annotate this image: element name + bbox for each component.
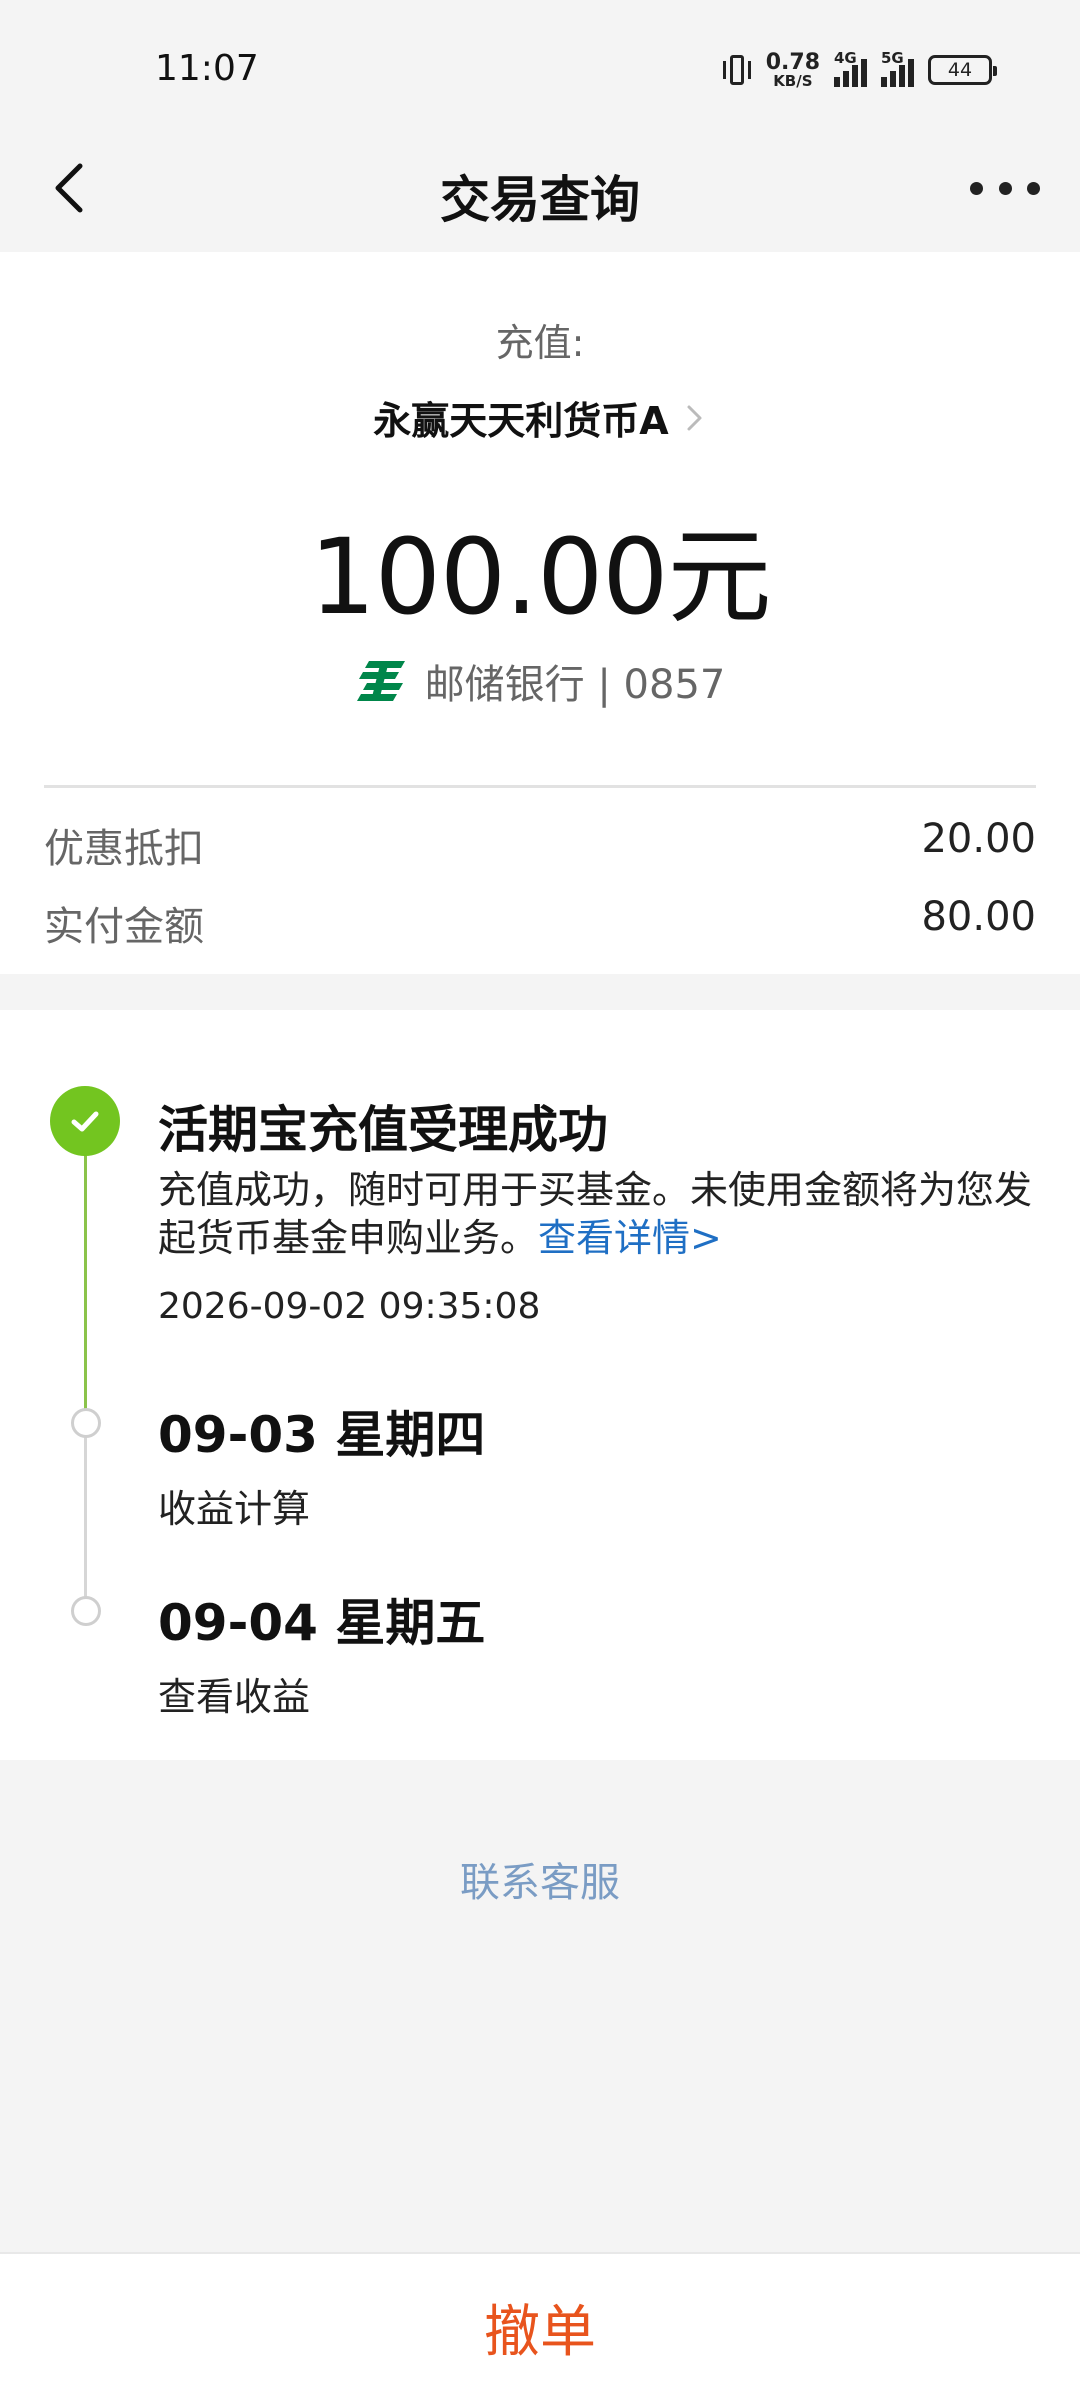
- discount-label: 优惠抵扣: [44, 826, 204, 872]
- fund-link[interactable]: 永赢天天利货币A: [0, 390, 1080, 445]
- bottom-action-bar: 撤单: [0, 2252, 1080, 2400]
- page-title: 交易查询: [440, 171, 640, 229]
- paid-amount-label: 实付金额: [44, 904, 204, 950]
- timeline-step-desc: 充值成功，随时可用于买基金。未使用金额将为您发起货币基金申购业务。查看详情>: [158, 1166, 1038, 1262]
- signal-5g-icon: 5G: [881, 49, 914, 87]
- network-speed-unit: KB/S: [773, 71, 813, 90]
- timeline-step-sub: 收益计算: [158, 1487, 311, 1531]
- discount-value: 20.00: [921, 816, 1036, 862]
- pending-dot-icon: [71, 1596, 101, 1626]
- divider: [44, 785, 1036, 788]
- bank-label: 邮储银行 | 0857: [424, 662, 726, 708]
- status-bar: 11:07 0.78 KB/S 4G 5G 44: [0, 0, 1080, 140]
- paid-amount-value: 80.00: [921, 894, 1036, 940]
- transaction-amount: 100.00元: [309, 516, 772, 638]
- transaction-query-page: 11:07 0.78 KB/S 4G 5G 44 交易查询 充值: 永赢天天利货…: [0, 0, 1080, 2400]
- status-icons: 0.78 KB/S 4G 5G 44: [722, 49, 997, 90]
- timeline-step-title: 活期宝充值受理成功: [158, 1101, 608, 1159]
- pending-dot-icon: [71, 1408, 101, 1438]
- battery-icon: 44: [928, 55, 997, 85]
- timeline-step-sub: 查看收益: [158, 1675, 311, 1719]
- signal-5g-label: 5G: [881, 49, 904, 67]
- transaction-type: 充值:: [495, 321, 585, 365]
- transaction-summary: 充值: 永赢天天利货币A 100.00元 邮储银行 | 0857 优惠抵扣 20…: [0, 252, 1080, 974]
- network-speed-value: 0.78: [765, 49, 820, 75]
- progress-timeline: 活期宝充值受理成功 充值成功，随时可用于买基金。未使用金额将为您发起货币基金申购…: [0, 1010, 1080, 1760]
- timeline-step-title: 09-03 星期四: [158, 1406, 486, 1464]
- chevron-right-icon: [687, 405, 702, 430]
- signal-4g-icon: 4G: [834, 49, 867, 87]
- check-circle-icon: [50, 1086, 120, 1156]
- signal-4g-label: 4G: [834, 49, 857, 67]
- discount-row: 优惠抵扣 20.00: [44, 816, 1036, 874]
- status-time: 11:07: [155, 48, 259, 89]
- timeline-step-time: 2026-09-02 09:35:08: [158, 1286, 541, 1327]
- more-button[interactable]: [970, 168, 1040, 208]
- battery-level: 44: [947, 59, 973, 81]
- vibrate-icon: [722, 53, 752, 87]
- timeline-line-done: [84, 1110, 87, 1435]
- network-speed: 0.78 KB/S: [765, 49, 820, 90]
- cancel-order-button[interactable]: 撤单: [484, 2287, 596, 2368]
- fund-name: 永赢天天利货币A: [373, 399, 669, 443]
- timeline-step-title: 09-04 星期五: [158, 1594, 486, 1652]
- more-icon: [970, 181, 983, 195]
- view-details-link[interactable]: 查看详情>: [538, 1216, 722, 1260]
- postal-bank-logo-icon: [356, 661, 405, 701]
- bank-account: 邮储银行 | 0857: [0, 652, 1080, 710]
- paid-amount-row: 实付金额 80.00: [44, 894, 1036, 952]
- nav-bar: 交易查询: [0, 140, 1080, 252]
- contact-support-link[interactable]: 联系客服: [0, 1850, 1080, 1908]
